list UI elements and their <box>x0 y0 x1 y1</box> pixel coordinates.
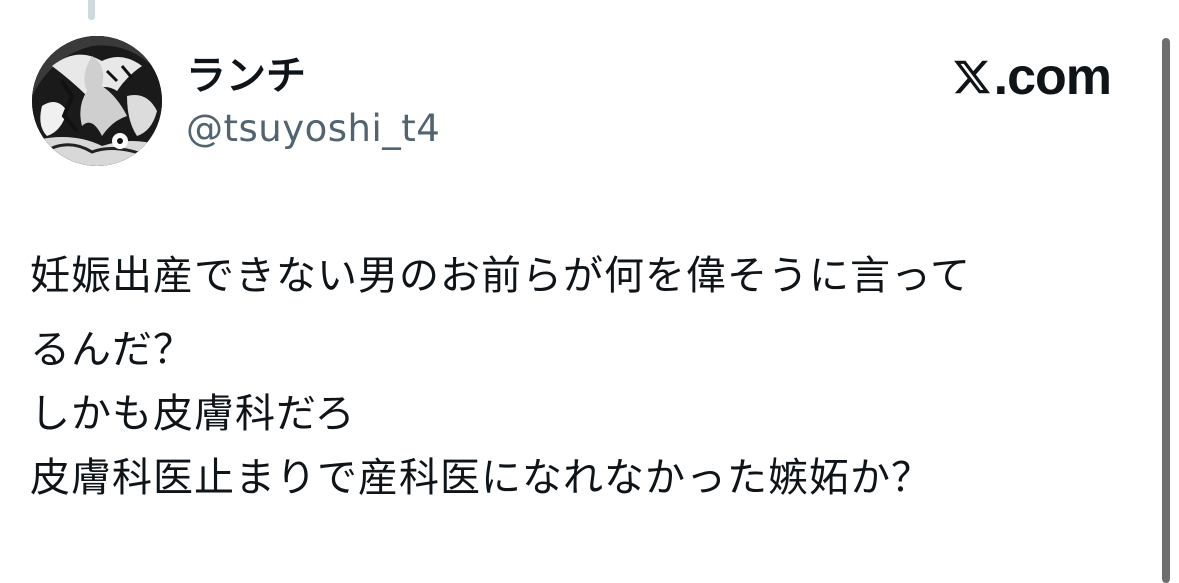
thread-connector-line <box>88 0 95 20</box>
author-handle[interactable]: @tsuyoshi_t4 <box>186 106 440 152</box>
avatar[interactable] <box>32 36 162 166</box>
post-text-line: るんだ？ <box>30 327 194 373</box>
author-display-name[interactable]: ランチ <box>186 52 306 100</box>
post-text-line: しかも皮膚科だろ <box>30 391 356 437</box>
post-text-line: 皮膚科医止まりで産科医になれなかった嫉妬か？ <box>30 455 932 501</box>
post-card: ランチ @tsuyoshi_t4 .com 妊娠出産できない男のお前らが何を偉そ… <box>0 0 1179 583</box>
avatar-image <box>32 36 162 166</box>
x-logo-icon <box>953 60 990 94</box>
post-body: 妊娠出産できない男のお前らが何を偉そうに言って るんだ？ しかも皮膚科だろ 皮膚… <box>30 246 1140 526</box>
post-text-line: 妊娠出産できない男のお前らが何を偉そうに言って <box>30 253 971 299</box>
x-brand-mark: .com <box>952 48 1112 106</box>
scrollbar[interactable] <box>1162 38 1170 583</box>
brand-domain-text: .com <box>993 48 1112 106</box>
